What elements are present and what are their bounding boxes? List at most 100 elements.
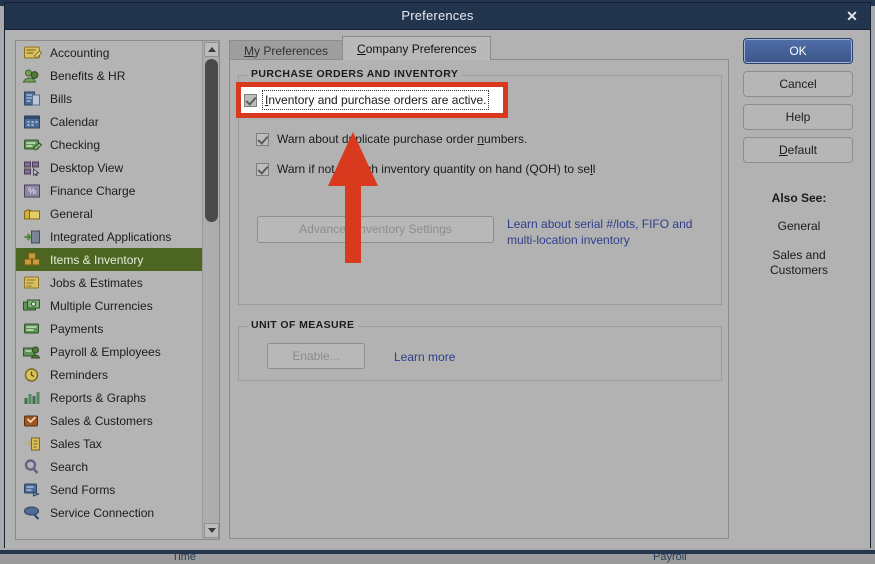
advanced-inventory-learn-link[interactable]: Learn about serial #/lots, FIFO and mult… [507, 216, 717, 248]
sidebar-item-label: Checking [50, 137, 101, 152]
reports-graphs-icon [22, 389, 42, 406]
preferences-category-list[interactable]: Accounting Benefits & HR Bills Calendar Chec… [15, 40, 220, 540]
cancel-button[interactable]: Cancel [743, 71, 853, 97]
sales-tax-icon: % [22, 435, 42, 452]
sidebar-item-sales-customers[interactable]: Sales & Customers [16, 409, 203, 432]
sidebar-item-label: Search [50, 459, 89, 474]
checkbox-duplicate-po-warning-label: Warn about duplicate purchase order numb… [277, 132, 527, 146]
sidebar-item-service-connection[interactable]: Service Connection [16, 501, 203, 524]
tab-company-preferences-accel: C [357, 42, 366, 56]
sidebar-item-label: Calendar [50, 114, 99, 129]
sidebar-item-sales-tax[interactable]: % Sales Tax [16, 432, 203, 455]
checkbox-row-inventory-active[interactable]: Inventory and purchase orders are active… [256, 95, 502, 115]
checkbox-qoh-warning[interactable] [256, 162, 269, 176]
jobs-estimates-icon [22, 274, 42, 291]
sidebar-item-items-inventory[interactable]: Items & Inventory [16, 248, 203, 271]
also-see-link-sales-line2: Customers [769, 263, 828, 277]
bills-icon [22, 90, 42, 107]
tab-my-preferences-label: y Preferences [254, 44, 329, 58]
sidebar-item-send-forms[interactable]: Send Forms [16, 478, 203, 501]
desktop-bottom-area: Time Payroll [0, 551, 875, 564]
sidebar-item-bills[interactable]: Bills [16, 87, 203, 110]
sidebar-item-integrated-applications[interactable]: Integrated Applications [16, 225, 203, 248]
background-label-time: Time [172, 551, 197, 563]
sidebar-scrollbar[interactable] [202, 41, 219, 539]
also-see-heading: Also See: [771, 191, 827, 205]
also-see-link-sales-and-customers[interactable]: Sales and Customers [743, 248, 855, 278]
sidebar-item-accounting[interactable]: Accounting [16, 41, 203, 64]
unit-of-measure-group: UNIT OF MEASURE Enable... Learn more [238, 319, 722, 381]
sidebar-item-label: Bills [50, 91, 73, 106]
general-icon [22, 205, 42, 222]
sidebar-item-checking[interactable]: Checking [16, 133, 203, 156]
accounting-icon [22, 44, 42, 61]
sidebar-item-general[interactable]: General [16, 202, 203, 225]
sidebar-item-label: Multiple Currencies [50, 298, 153, 313]
background-label-payroll: Payroll [653, 551, 687, 563]
integrated-applications-icon [22, 228, 42, 245]
sidebar-item-desktop-view[interactable]: Desktop View [16, 156, 203, 179]
checkbox-row-qoh-warning[interactable]: Warn if not enough inventory quantity on… [256, 162, 595, 176]
sales-customers-icon [22, 412, 42, 429]
scroll-up-button[interactable] [204, 42, 219, 57]
sidebar-item-calendar[interactable]: Calendar [16, 110, 203, 133]
sidebar-item-label: Jobs & Estimates [50, 275, 143, 290]
advanced-inventory-settings-button[interactable]: Advanced Inventory Settings [257, 216, 494, 243]
default-button[interactable]: Default [743, 137, 853, 163]
sidebar-item-label: Send Forms [50, 482, 116, 497]
tab-my-preferences[interactable]: My Preferences [229, 40, 344, 60]
sidebar-item-label: Finance Charge [50, 183, 136, 198]
help-button[interactable]: Help [743, 104, 853, 130]
sidebar-item-payroll-employees[interactable]: Payroll & Employees [16, 340, 203, 363]
dialog-action-panel: OK Cancel Help Default Also See: General… [743, 38, 855, 278]
sidebar-item-label: Items & Inventory [50, 252, 144, 267]
sidebar-item-label: Benefits & HR [50, 68, 126, 83]
sidebar-item-label: Integrated Applications [50, 229, 172, 244]
sidebar-item-reports-graphs[interactable]: Reports & Graphs [16, 386, 203, 409]
sidebar-item-search[interactable]: Search [16, 455, 203, 478]
checkbox-row-duplicate-po-warning[interactable]: Warn about duplicate purchase order numb… [256, 132, 527, 146]
checkbox-inventory-active-label: Inventory and purchase orders are active… [273, 95, 502, 115]
send-forms-icon [22, 481, 42, 498]
desktop-view-icon [22, 159, 42, 176]
sidebar-item-reminders[interactable]: Reminders [16, 363, 203, 386]
multiple-currencies-icon [22, 297, 42, 314]
purchase-orders-group-title: PURCHASE ORDERS AND INVENTORY [247, 68, 463, 80]
scrollbar-thumb[interactable] [205, 59, 218, 222]
preferences-tabs: My Preferences Company Preferences [229, 36, 492, 60]
payroll-employees-icon [22, 343, 42, 360]
sidebar-item-label: Sales Tax [50, 436, 102, 451]
sidebar-item-finance-charge[interactable]: % Finance Charge [16, 179, 203, 202]
benefits-hr-icon [22, 67, 42, 84]
also-see-link-general[interactable]: General [743, 219, 855, 234]
advanced-inventory-learn-link-line1: Learn about serial #/lots, FIFO and [507, 217, 693, 231]
sidebar-item-label: Reports & Graphs [50, 390, 147, 405]
sidebar-item-label: General [50, 206, 93, 221]
unit-of-measure-learn-more-link[interactable]: Learn more [394, 349, 455, 365]
label-post: umbers. [484, 132, 528, 146]
calendar-icon [22, 113, 42, 130]
unit-of-measure-group-title: UNIT OF MEASURE [247, 319, 359, 331]
category-list-items: Accounting Benefits & HR Bills Calendar Chec… [16, 41, 203, 524]
sidebar-item-jobs-estimates[interactable]: Jobs & Estimates [16, 271, 203, 294]
sidebar-item-label: Reminders [50, 367, 109, 382]
dialog-title: Preferences [401, 8, 474, 23]
chevron-down-icon [208, 528, 216, 533]
sidebar-item-multiple-currencies[interactable]: Multiple Currencies [16, 294, 203, 317]
tab-company-preferences[interactable]: Company Preferences [342, 36, 492, 60]
sidebar-item-benefits-hr[interactable]: Benefits & HR [16, 64, 203, 87]
dialog-body: Accounting Benefits & HR Bills Calendar Chec… [5, 30, 870, 548]
close-icon[interactable]: ✕ [842, 7, 862, 25]
items-inventory-icon [22, 251, 42, 268]
sidebar-item-label: Payments [50, 321, 104, 336]
checkbox-inventory-active[interactable] [256, 98, 269, 112]
enable-unit-of-measure-button[interactable]: Enable... [267, 343, 365, 369]
ok-button[interactable]: OK [743, 38, 853, 64]
scroll-down-button[interactable] [204, 523, 219, 538]
checkbox-qoh-warning-label: Warn if not enough inventory quantity on… [277, 162, 595, 176]
checkbox-duplicate-po-warning[interactable] [256, 132, 269, 146]
tab-my-preferences-accel: M [244, 44, 254, 58]
sidebar-item-label: Desktop View [50, 160, 124, 175]
sidebar-item-payments[interactable]: Payments [16, 317, 203, 340]
label-post: l [592, 162, 596, 176]
